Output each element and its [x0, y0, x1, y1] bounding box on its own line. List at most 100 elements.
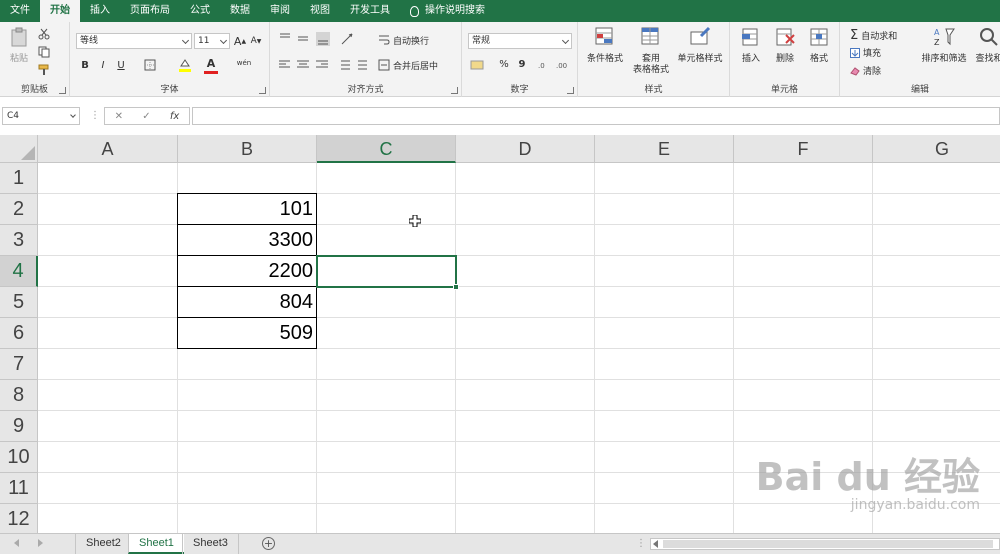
number-launcher-icon[interactable]: [567, 87, 574, 94]
formula-bar-splitter[interactable]: ⋮: [90, 110, 100, 121]
editing-group-label: 编辑: [910, 85, 929, 95]
eraser-icon: [850, 66, 860, 76]
delete-cells-button[interactable]: 删除: [770, 26, 800, 65]
wrap-text-button[interactable]: 自动换行: [393, 34, 429, 47]
fill-handle[interactable]: [453, 284, 459, 290]
row-header-8[interactable]: 8: [0, 380, 38, 411]
tab-data[interactable]: 数据: [220, 0, 260, 22]
sort-filter-button[interactable]: AZ 排序和筛选: [918, 26, 970, 65]
row-header-3[interactable]: 3: [0, 225, 38, 256]
row-header-9[interactable]: 9: [0, 411, 38, 442]
row-header-5[interactable]: 5: [0, 287, 38, 318]
fill-color-icon[interactable]: [178, 57, 192, 73]
format-as-table-button[interactable]: 套用 表格格式: [630, 26, 672, 76]
underline-button[interactable]: U: [114, 57, 128, 73]
cell-b6[interactable]: 509: [177, 317, 317, 349]
conditional-formatting-icon: [595, 27, 613, 45]
scroll-tabs-left-icon[interactable]: [14, 539, 19, 547]
percent-button[interactable]: %: [498, 56, 510, 72]
row-header-6[interactable]: 6: [0, 318, 38, 349]
decimal-icons[interactable]: .0 .00: [538, 58, 574, 72]
row-header-10[interactable]: 10: [0, 442, 38, 473]
indent-icons[interactable]: [336, 58, 370, 72]
alignment-launcher-icon[interactable]: [451, 87, 458, 94]
sheet-tab-sheet3[interactable]: Sheet3: [182, 534, 239, 554]
scroll-left-icon[interactable]: [653, 540, 658, 548]
column-header-d[interactable]: D: [456, 135, 595, 163]
cell-b3[interactable]: 3300: [177, 224, 317, 256]
cell-b5[interactable]: 804: [177, 286, 317, 318]
tell-me-search[interactable]: 操作说明搜索: [400, 0, 485, 22]
font-launcher-icon[interactable]: [259, 87, 266, 94]
sheet-tab-sheet2[interactable]: Sheet2: [75, 534, 131, 554]
font-size-select[interactable]: 11: [194, 33, 230, 49]
tab-developer[interactable]: 开发工具: [340, 0, 400, 22]
clear-button[interactable]: 清除: [850, 64, 881, 77]
shrink-font-button[interactable]: A ▼: [250, 33, 262, 49]
name-box[interactable]: C4: [2, 107, 80, 125]
cell-b4[interactable]: 2200: [177, 255, 317, 287]
enter-icon[interactable]: ✓: [142, 111, 150, 122]
merge-center-button[interactable]: 合并后居中: [393, 59, 438, 72]
cancel-icon[interactable]: ✕: [115, 111, 123, 122]
column-header-c[interactable]: C: [317, 135, 456, 163]
orientation-icon[interactable]: [340, 32, 360, 46]
tab-home[interactable]: 开始: [40, 0, 80, 22]
column-header-g[interactable]: G: [873, 135, 1000, 163]
format-painter-icon[interactable]: [38, 64, 50, 76]
formula-input[interactable]: [192, 107, 1000, 125]
insert-function-icon[interactable]: fx: [170, 111, 179, 122]
font-color-button[interactable]: A: [204, 56, 218, 70]
row-header-11[interactable]: 11: [0, 473, 38, 504]
find-select-button[interactable]: 查找和: [974, 26, 1000, 65]
insert-cells-button[interactable]: 插入: [736, 26, 766, 65]
phonetic-button[interactable]: wén: [236, 55, 252, 71]
sheet-tab-sheet1[interactable]: Sheet1: [128, 534, 184, 554]
comma-style-button[interactable]: 9: [516, 56, 528, 72]
selected-cell-c4[interactable]: [316, 255, 457, 288]
horizontal-align-icons[interactable]: [278, 58, 330, 72]
copy-icon[interactable]: [38, 46, 50, 58]
svg-text:.00: .00: [556, 62, 567, 70]
bold-button[interactable]: B: [78, 57, 92, 73]
tab-view[interactable]: 视图: [300, 0, 340, 22]
tab-formulas[interactable]: 公式: [180, 0, 220, 22]
horizontal-scrollbar[interactable]: [650, 538, 1000, 550]
font-size-value: 11: [198, 36, 210, 46]
row-header-12[interactable]: 12: [0, 504, 38, 535]
grow-font-button[interactable]: A ▲: [234, 33, 246, 49]
cell-styles-label: 单元格样式: [677, 54, 723, 64]
column-header-f[interactable]: F: [734, 135, 873, 163]
accounting-format-icon[interactable]: [470, 58, 486, 72]
paste-button[interactable]: 粘贴: [4, 26, 34, 65]
cut-icon[interactable]: [38, 28, 50, 40]
scroll-tabs-right-icon[interactable]: [38, 539, 43, 547]
add-sheet-button[interactable]: +: [262, 537, 275, 550]
tab-page-layout[interactable]: 页面布局: [120, 0, 180, 22]
conditional-formatting-button[interactable]: 条件格式: [582, 26, 628, 65]
fill-button[interactable]: 填充: [850, 46, 881, 59]
cell-b2[interactable]: 101: [177, 193, 317, 225]
vertical-align-icons[interactable]: [278, 32, 338, 46]
format-cells-button[interactable]: 格式: [804, 26, 834, 65]
column-header-e[interactable]: E: [595, 135, 734, 163]
cell-styles-button[interactable]: 单元格样式: [674, 26, 726, 65]
row-header-1[interactable]: 1: [0, 163, 38, 194]
column-header-b[interactable]: B: [178, 135, 317, 163]
autosum-button[interactable]: Σ 自动求和: [850, 28, 897, 43]
number-format-select[interactable]: 常规: [468, 33, 572, 49]
tab-review[interactable]: 审阅: [260, 0, 300, 22]
tab-splitter-handle[interactable]: ⋮: [636, 538, 646, 549]
row-header-7[interactable]: 7: [0, 349, 38, 380]
tab-file[interactable]: 文件: [0, 0, 40, 22]
borders-icon[interactable]: [144, 59, 156, 71]
row-header-4[interactable]: 4: [0, 256, 38, 287]
italic-button[interactable]: I: [96, 57, 110, 73]
select-all-button[interactable]: [0, 135, 38, 163]
tab-insert[interactable]: 插入: [80, 0, 120, 22]
clipboard-launcher-icon[interactable]: [59, 87, 66, 94]
column-header-a[interactable]: A: [38, 135, 178, 163]
row-header-2[interactable]: 2: [0, 194, 38, 225]
font-name-select[interactable]: 等线: [76, 33, 192, 49]
scrollbar-thumb[interactable]: [663, 540, 993, 548]
